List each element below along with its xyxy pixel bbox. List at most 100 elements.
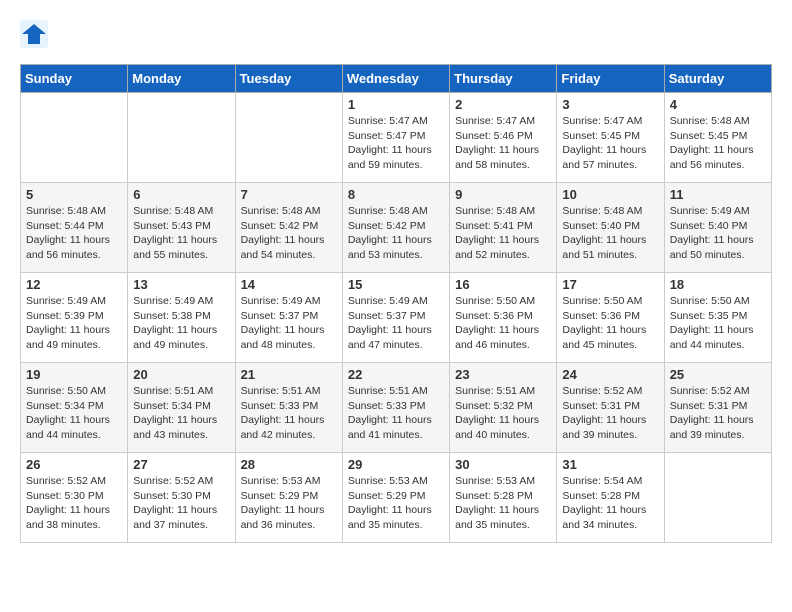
calendar-week-row: 5 Sunrise: 5:48 AM Sunset: 5:44 PM Daylig… xyxy=(21,183,772,273)
day-number: 19 xyxy=(26,367,122,382)
day-number: 12 xyxy=(26,277,122,292)
day-number: 14 xyxy=(241,277,337,292)
day-number: 4 xyxy=(670,97,766,112)
day-info: Sunrise: 5:48 AM Sunset: 5:42 PM Dayligh… xyxy=(348,204,444,263)
day-number: 30 xyxy=(455,457,551,472)
day-info: Sunrise: 5:47 AM Sunset: 5:46 PM Dayligh… xyxy=(455,114,551,173)
day-info: Sunrise: 5:52 AM Sunset: 5:30 PM Dayligh… xyxy=(133,474,229,533)
calendar-cell: 24 Sunrise: 5:52 AM Sunset: 5:31 PM Dayli… xyxy=(557,363,664,453)
day-number: 24 xyxy=(562,367,658,382)
weekday-header-wednesday: Wednesday xyxy=(342,65,449,93)
day-number: 27 xyxy=(133,457,229,472)
calendar-cell: 5 Sunrise: 5:48 AM Sunset: 5:44 PM Daylig… xyxy=(21,183,128,273)
day-info: Sunrise: 5:51 AM Sunset: 5:33 PM Dayligh… xyxy=(348,384,444,443)
day-number: 17 xyxy=(562,277,658,292)
weekday-header-friday: Friday xyxy=(557,65,664,93)
day-number: 10 xyxy=(562,187,658,202)
calendar-cell: 21 Sunrise: 5:51 AM Sunset: 5:33 PM Dayli… xyxy=(235,363,342,453)
day-info: Sunrise: 5:52 AM Sunset: 5:30 PM Dayligh… xyxy=(26,474,122,533)
day-number: 8 xyxy=(348,187,444,202)
calendar-week-row: 26 Sunrise: 5:52 AM Sunset: 5:30 PM Dayli… xyxy=(21,453,772,543)
calendar-cell: 9Sunrise: 5:48 AM Sunset: 5:41 PM Daylig… xyxy=(450,183,557,273)
day-number: 18 xyxy=(670,277,766,292)
day-info: Sunrise: 5:47 AM Sunset: 5:45 PM Dayligh… xyxy=(562,114,658,173)
calendar-cell: 29 Sunrise: 5:53 AM Sunset: 5:29 PM Dayli… xyxy=(342,453,449,543)
day-number: 21 xyxy=(241,367,337,382)
weekday-header-monday: Monday xyxy=(128,65,235,93)
day-number: 23 xyxy=(455,367,551,382)
logo xyxy=(20,20,52,48)
day-info: Sunrise: 5:49 AM Sunset: 5:39 PM Dayligh… xyxy=(26,294,122,353)
weekday-header-tuesday: Tuesday xyxy=(235,65,342,93)
day-info: Sunrise: 5:48 AM Sunset: 5:40 PM Dayligh… xyxy=(562,204,658,263)
day-number: 5 xyxy=(26,187,122,202)
calendar-cell: 11 Sunrise: 5:49 AM Sunset: 5:40 PM Dayli… xyxy=(664,183,771,273)
day-number: 22 xyxy=(348,367,444,382)
calendar-cell: 1 Sunrise: 5:47 AM Sunset: 5:47 PM Daylig… xyxy=(342,93,449,183)
calendar-cell: 20Sunrise: 5:51 AM Sunset: 5:34 PM Dayli… xyxy=(128,363,235,453)
day-number: 15 xyxy=(348,277,444,292)
calendar-cell: 8 Sunrise: 5:48 AM Sunset: 5:42 PM Daylig… xyxy=(342,183,449,273)
day-info: Sunrise: 5:48 AM Sunset: 5:42 PM Dayligh… xyxy=(241,204,337,263)
day-number: 2 xyxy=(455,97,551,112)
logo-icon xyxy=(20,20,48,48)
page-header xyxy=(20,20,772,48)
day-info: Sunrise: 5:47 AM Sunset: 5:47 PM Dayligh… xyxy=(348,114,444,173)
calendar-cell: 2 Sunrise: 5:47 AM Sunset: 5:46 PM Daylig… xyxy=(450,93,557,183)
calendar-cell: 7 Sunrise: 5:48 AM Sunset: 5:42 PM Daylig… xyxy=(235,183,342,273)
day-info: Sunrise: 5:52 AM Sunset: 5:31 PM Dayligh… xyxy=(670,384,766,443)
day-info: Sunrise: 5:53 AM Sunset: 5:28 PM Dayligh… xyxy=(455,474,551,533)
day-number: 16 xyxy=(455,277,551,292)
day-number: 13 xyxy=(133,277,229,292)
calendar-cell xyxy=(235,93,342,183)
calendar-cell xyxy=(664,453,771,543)
calendar-cell: 3 Sunrise: 5:47 AM Sunset: 5:45 PM Daylig… xyxy=(557,93,664,183)
day-info: Sunrise: 5:49 AM Sunset: 5:37 PM Dayligh… xyxy=(241,294,337,353)
calendar-cell: 17Sunrise: 5:50 AM Sunset: 5:36 PM Dayli… xyxy=(557,273,664,363)
calendar-cell: 10 Sunrise: 5:48 AM Sunset: 5:40 PM Dayli… xyxy=(557,183,664,273)
calendar-cell: 26 Sunrise: 5:52 AM Sunset: 5:30 PM Dayli… xyxy=(21,453,128,543)
day-info: Sunrise: 5:48 AM Sunset: 5:41 PM Dayligh… xyxy=(455,204,551,263)
calendar-cell: 23Sunrise: 5:51 AM Sunset: 5:32 PM Dayli… xyxy=(450,363,557,453)
day-info: Sunrise: 5:51 AM Sunset: 5:33 PM Dayligh… xyxy=(241,384,337,443)
calendar-week-row: 19 Sunrise: 5:50 AM Sunset: 5:34 PM Dayli… xyxy=(21,363,772,453)
calendar-cell: 30 Sunrise: 5:53 AM Sunset: 5:28 PM Dayli… xyxy=(450,453,557,543)
day-info: Sunrise: 5:48 AM Sunset: 5:44 PM Dayligh… xyxy=(26,204,122,263)
calendar-cell: 15Sunrise: 5:49 AM Sunset: 5:37 PM Dayli… xyxy=(342,273,449,363)
day-number: 6 xyxy=(133,187,229,202)
day-number: 25 xyxy=(670,367,766,382)
calendar-cell: 25 Sunrise: 5:52 AM Sunset: 5:31 PM Dayli… xyxy=(664,363,771,453)
calendar-table: SundayMondayTuesdayWednesdayThursdayFrid… xyxy=(20,64,772,543)
day-info: Sunrise: 5:53 AM Sunset: 5:29 PM Dayligh… xyxy=(241,474,337,533)
day-info: Sunrise: 5:49 AM Sunset: 5:38 PM Dayligh… xyxy=(133,294,229,353)
day-number: 3 xyxy=(562,97,658,112)
calendar-cell xyxy=(128,93,235,183)
day-number: 1 xyxy=(348,97,444,112)
day-number: 29 xyxy=(348,457,444,472)
day-number: 11 xyxy=(670,187,766,202)
calendar-cell: 13 Sunrise: 5:49 AM Sunset: 5:38 PM Dayli… xyxy=(128,273,235,363)
calendar-cell: 4 Sunrise: 5:48 AM Sunset: 5:45 PM Daylig… xyxy=(664,93,771,183)
day-number: 31 xyxy=(562,457,658,472)
calendar-cell: 28 Sunrise: 5:53 AM Sunset: 5:29 PM Dayli… xyxy=(235,453,342,543)
day-number: 28 xyxy=(241,457,337,472)
calendar-cell: 22 Sunrise: 5:51 AM Sunset: 5:33 PM Dayli… xyxy=(342,363,449,453)
calendar-cell: 27 Sunrise: 5:52 AM Sunset: 5:30 PM Dayli… xyxy=(128,453,235,543)
day-info: Sunrise: 5:50 AM Sunset: 5:34 PM Dayligh… xyxy=(26,384,122,443)
day-info: Sunrise: 5:48 AM Sunset: 5:45 PM Dayligh… xyxy=(670,114,766,173)
calendar-week-row: 12 Sunrise: 5:49 AM Sunset: 5:39 PM Dayli… xyxy=(21,273,772,363)
weekday-header-row: SundayMondayTuesdayWednesdayThursdayFrid… xyxy=(21,65,772,93)
calendar-cell: 12 Sunrise: 5:49 AM Sunset: 5:39 PM Dayli… xyxy=(21,273,128,363)
day-info: Sunrise: 5:50 AM Sunset: 5:35 PM Dayligh… xyxy=(670,294,766,353)
day-info: Sunrise: 5:53 AM Sunset: 5:29 PM Dayligh… xyxy=(348,474,444,533)
day-info: Sunrise: 5:49 AM Sunset: 5:40 PM Dayligh… xyxy=(670,204,766,263)
day-info: Sunrise: 5:50 AM Sunset: 5:36 PM Dayligh… xyxy=(455,294,551,353)
weekday-header-sunday: Sunday xyxy=(21,65,128,93)
calendar-cell: 16 Sunrise: 5:50 AM Sunset: 5:36 PM Dayli… xyxy=(450,273,557,363)
day-number: 26 xyxy=(26,457,122,472)
calendar-cell: 31Sunrise: 5:54 AM Sunset: 5:28 PM Dayli… xyxy=(557,453,664,543)
day-info: Sunrise: 5:48 AM Sunset: 5:43 PM Dayligh… xyxy=(133,204,229,263)
day-number: 7 xyxy=(241,187,337,202)
calendar-week-row: 1 Sunrise: 5:47 AM Sunset: 5:47 PM Daylig… xyxy=(21,93,772,183)
day-info: Sunrise: 5:52 AM Sunset: 5:31 PM Dayligh… xyxy=(562,384,658,443)
